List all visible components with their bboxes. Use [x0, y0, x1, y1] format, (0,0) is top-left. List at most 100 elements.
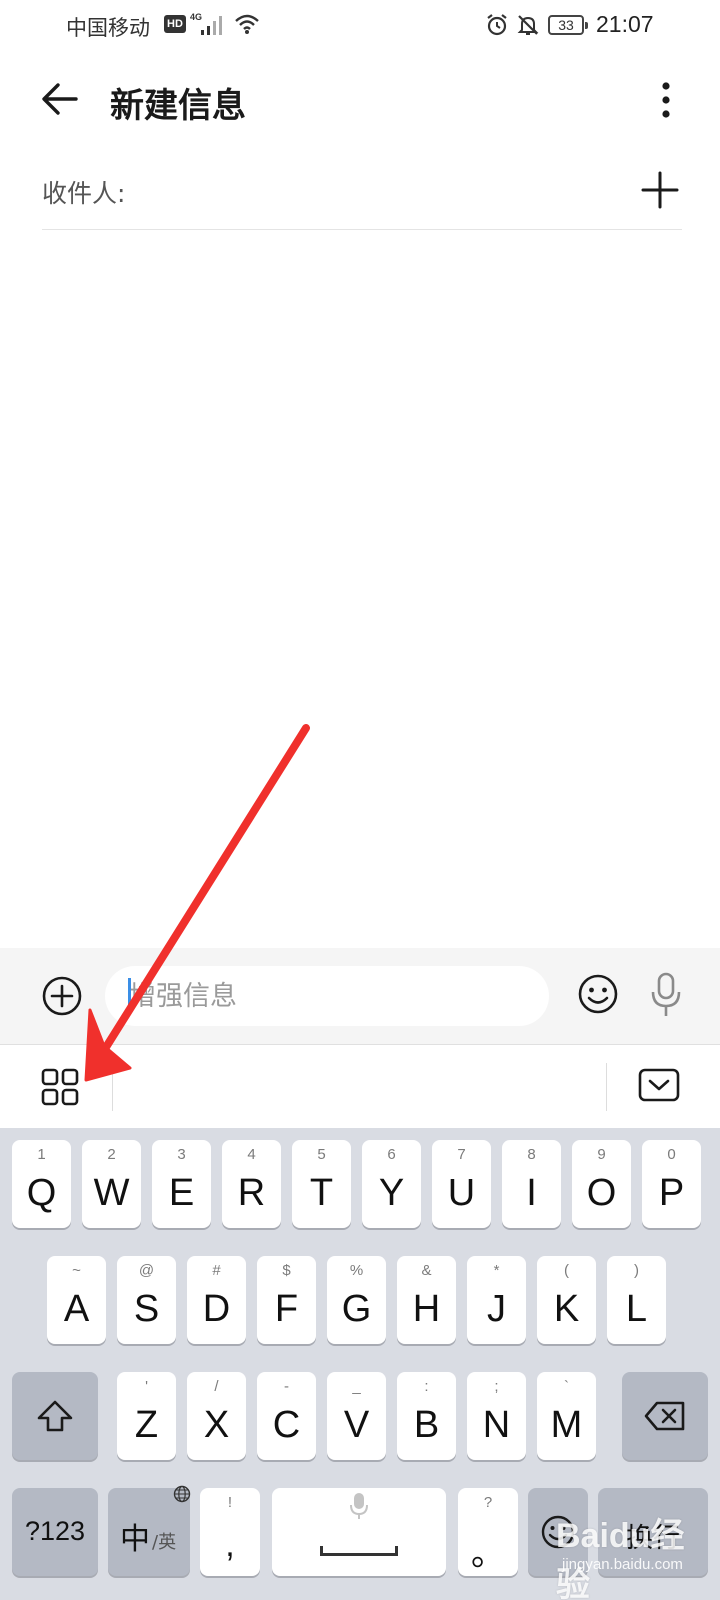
- hide-keyboard-button[interactable]: [638, 1067, 680, 1105]
- recipient-field[interactable]: 收件人:: [42, 160, 682, 230]
- key-d[interactable]: # D: [187, 1256, 246, 1344]
- key-hint: 4: [247, 1146, 256, 1163]
- key-symbol: ,: [225, 1526, 235, 1564]
- key-hint: `: [564, 1378, 569, 1395]
- key-letter: V: [343, 1404, 370, 1446]
- key-hint: 8: [527, 1146, 536, 1163]
- period-key[interactable]: ? 。: [458, 1488, 518, 1576]
- key-m[interactable]: ` M: [537, 1372, 596, 1460]
- key-hint: /: [214, 1378, 219, 1395]
- key-letter: G: [341, 1288, 372, 1330]
- key-symbol: 。: [471, 1535, 505, 1573]
- key-e[interactable]: 3E: [152, 1140, 211, 1228]
- key-letter: N: [482, 1404, 511, 1446]
- key-hint: @: [138, 1262, 155, 1279]
- grid-icon: [41, 1068, 79, 1106]
- key-o[interactable]: 9O: [572, 1140, 631, 1228]
- bell-muted-icon: [516, 13, 540, 41]
- key-q[interactable]: 1Q: [12, 1140, 71, 1228]
- key-letter: T: [309, 1172, 334, 1214]
- key-x[interactable]: / X: [187, 1372, 246, 1460]
- key-hint: ;: [494, 1378, 499, 1395]
- key-l[interactable]: ) L: [607, 1256, 666, 1344]
- comma-key[interactable]: ! ,: [200, 1488, 260, 1576]
- shift-arrow-icon: [37, 1400, 73, 1432]
- status-bar: 中国移动 HD 4G 33 21:07: [0, 0, 720, 52]
- message-input[interactable]: [105, 966, 549, 1026]
- key-hint: ): [634, 1262, 639, 1279]
- key-j[interactable]: * J: [467, 1256, 526, 1344]
- language-switch-key[interactable]: 中 /英: [108, 1485, 191, 1576]
- back-button[interactable]: [36, 74, 86, 124]
- key-hint: #: [212, 1262, 221, 1279]
- key-b[interactable]: :B: [397, 1372, 456, 1460]
- space-bar-icon: [320, 1546, 398, 1556]
- attach-button[interactable]: [40, 974, 84, 1018]
- baidu-watermark: Baidu经验 jingyan.baidu.com: [540, 1504, 710, 1600]
- page-title: 新建信息: [110, 86, 246, 126]
- add-contact-button[interactable]: [638, 168, 682, 212]
- emoji-button[interactable]: [576, 972, 620, 1016]
- key-letter: J: [487, 1288, 506, 1330]
- key-hint: ': [145, 1378, 148, 1395]
- key-s[interactable]: @ S: [117, 1256, 176, 1344]
- backspace-key[interactable]: [622, 1372, 708, 1460]
- key-hint: :: [424, 1378, 429, 1395]
- more-vertical-icon: [662, 82, 670, 118]
- key-v[interactable]: _ V: [327, 1372, 386, 1460]
- key-hint: (: [564, 1262, 569, 1279]
- key-c[interactable]: -C: [257, 1372, 316, 1460]
- key-t[interactable]: 5T: [292, 1140, 351, 1228]
- keyboard-toolbar: [0, 1044, 720, 1128]
- key-i[interactable]: 8I: [502, 1140, 561, 1228]
- key-r[interactable]: 4R: [222, 1140, 281, 1228]
- microphone-icon: [651, 972, 681, 1016]
- text-cursor: [128, 978, 131, 1014]
- key-letter: M: [550, 1404, 583, 1446]
- key-h[interactable]: & H: [397, 1256, 456, 1344]
- key-n[interactable]: ; N: [467, 1372, 526, 1460]
- key-letter: Q: [26, 1172, 57, 1214]
- key-p[interactable]: 0P: [642, 1140, 701, 1228]
- app-header: 新建信息: [0, 60, 720, 140]
- plus-icon: [641, 171, 679, 209]
- key-hint: ?: [483, 1494, 493, 1511]
- key-letter: O: [586, 1172, 617, 1214]
- key-f[interactable]: $ F: [257, 1256, 316, 1344]
- key-letter: U: [447, 1172, 476, 1214]
- language-sub-label: /英: [152, 1532, 177, 1553]
- key-k[interactable]: (K: [537, 1256, 596, 1344]
- plus-circle-icon: [42, 976, 82, 1016]
- key-hint: 9: [597, 1146, 606, 1163]
- key-letter: S: [133, 1288, 160, 1330]
- voice-input-button[interactable]: [648, 970, 684, 1020]
- key-hint: 6: [387, 1146, 396, 1163]
- key-letter: E: [168, 1172, 195, 1214]
- backspace-icon: [644, 1401, 685, 1431]
- key-letter: I: [526, 1172, 537, 1214]
- language-main-label: 中: [120, 1522, 150, 1557]
- key-g[interactable]: % G: [327, 1256, 386, 1344]
- more-options-button[interactable]: [648, 76, 684, 124]
- alarm-icon: [485, 13, 509, 41]
- key-letter: D: [202, 1288, 231, 1330]
- key-hint: 5: [317, 1146, 326, 1163]
- key-letter: R: [237, 1172, 266, 1214]
- numbers-key[interactable]: ?123: [12, 1488, 98, 1576]
- key-hint: _: [352, 1378, 361, 1395]
- watermark-brand: Baidu经验: [556, 1517, 685, 1600]
- space-key[interactable]: [272, 1488, 446, 1576]
- key-z[interactable]: ' Z: [117, 1372, 176, 1460]
- key-letter: L: [625, 1288, 648, 1330]
- key-u[interactable]: 7U: [432, 1140, 491, 1228]
- keyboard-menu-button[interactable]: [40, 1067, 80, 1107]
- numbers-key-label: ?123: [24, 1516, 86, 1546]
- watermark-site: jingyan.baidu.com: [562, 1556, 683, 1573]
- key-a[interactable]: ~ A: [47, 1256, 106, 1344]
- shift-key[interactable]: [12, 1372, 98, 1460]
- key-hint: 1: [37, 1146, 46, 1163]
- key-letter: B: [413, 1404, 440, 1446]
- key-y[interactable]: 6Y: [362, 1140, 421, 1228]
- key-letter: H: [412, 1288, 441, 1330]
- key-w[interactable]: 2W: [82, 1140, 141, 1228]
